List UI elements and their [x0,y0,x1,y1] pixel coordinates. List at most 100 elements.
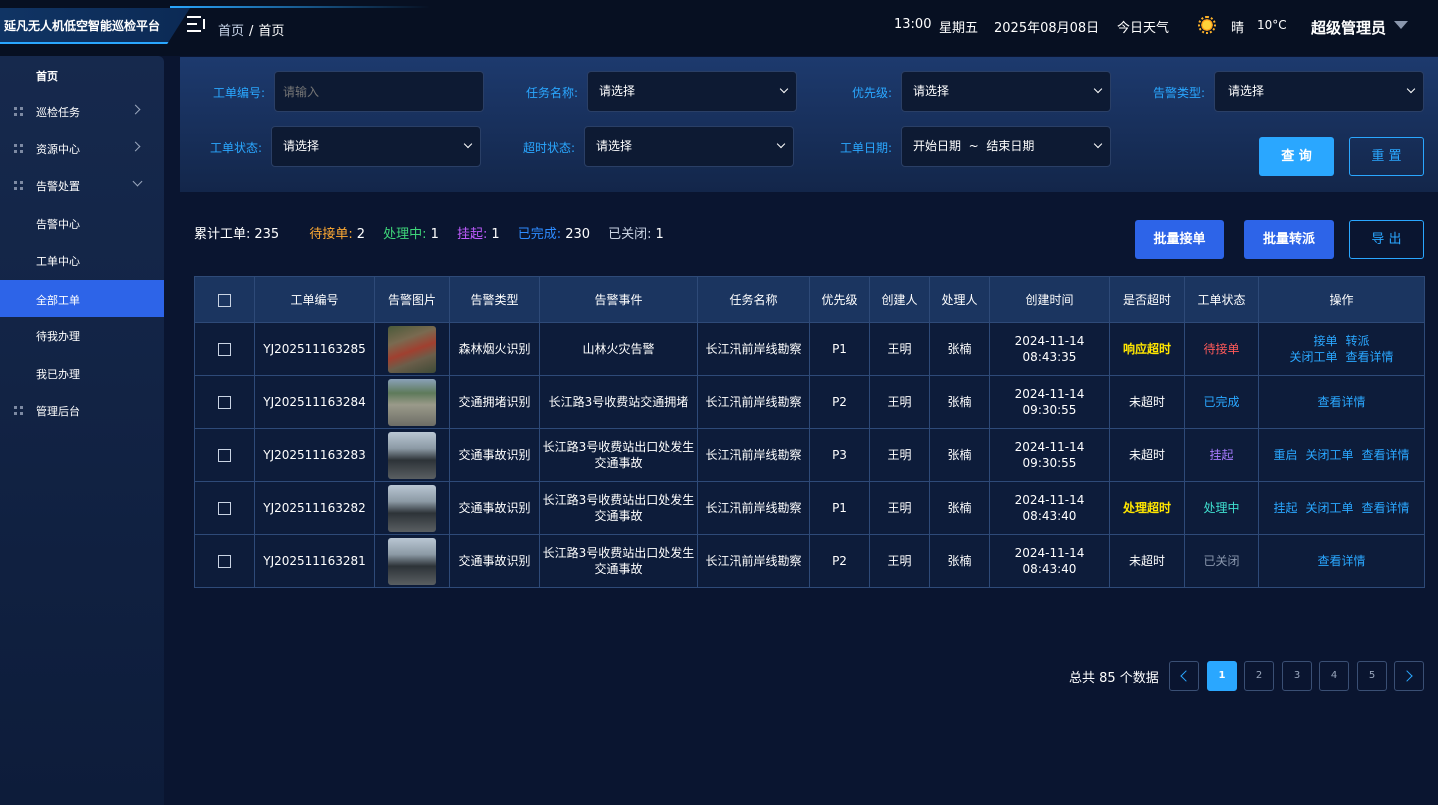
stat-pending-label: 待接单: [309,227,353,242]
column-header[interactable]: 是否超时 [1109,276,1185,323]
chevron-down-icon [779,84,789,94]
column-header[interactable]: 工单状态 [1184,276,1259,323]
alarm-thumbnail[interactable] [388,378,436,426]
column-header[interactable]: 告警类型 [449,276,540,323]
task-name: 长江汛前岸线勘察 [697,375,810,429]
view-details-link[interactable]: 查看详情 [1362,448,1410,462]
order-id: YJ202511163283 [254,428,375,482]
sidebar-item-label: 告警中心 [36,218,80,231]
breadcrumb: 首页 / 首页 [218,20,284,39]
column-header[interactable]: 任务名称 [697,276,810,323]
page-button[interactable]: 4 [1319,661,1349,691]
batch-accept-button[interactable]: 批量接单 [1135,220,1224,259]
transfer-link[interactable]: 转派 [1346,334,1370,348]
grid-icon [14,181,23,190]
sidebar-item-order-center[interactable]: 工单中心 [0,241,164,278]
stat-processing-value: 1 [430,227,439,242]
sidebar-item-alarm-handling[interactable]: 告警处置 [0,166,164,203]
timeout-status: 未超时 [1109,428,1185,482]
column-header[interactable]: 告警事件 [539,276,698,323]
close-order-link[interactable]: 关闭工单 [1289,350,1337,364]
export-button[interactable]: 导 出 [1349,220,1424,259]
close-order-link[interactable]: 关闭工单 [1305,448,1353,462]
reset-button[interactable]: 重 置 [1349,137,1424,176]
alarm-thumbnail[interactable] [388,537,436,585]
sidebar-item-all-orders[interactable]: 全部工单 [0,280,164,317]
stat-total-value: 235 [254,227,280,242]
menu-collapse-icon[interactable] [187,15,207,33]
order-status-label: 工单状态: [210,141,263,155]
view-details-link[interactable]: 查看详情 [1317,554,1365,568]
restart-link[interactable]: 重启 [1273,448,1297,462]
select-all-checkbox[interactable] [218,293,231,307]
chevron-down-icon [1406,84,1416,94]
alarm-event: 长江路3号收费站出口处发生交通事故 [539,481,698,535]
user-menu-caret-icon[interactable] [1394,21,1408,29]
column-header[interactable]: 创建人 [869,276,930,323]
creator: 王明 [869,375,930,429]
timeout-status-select[interactable]: 请选择 [584,126,794,167]
sidebar-item-admin[interactable]: 管理后台 [0,391,164,428]
sidebar-item-home[interactable]: 首页 [0,56,164,93]
sidebar-item-inspection-tasks[interactable]: 巡检任务 [0,92,164,129]
row-checkbox[interactable] [218,449,231,462]
sidebar-item-my-done[interactable]: 我已办理 [0,354,164,391]
alarm-thumbnail[interactable] [388,325,436,373]
next-page-button[interactable] [1394,661,1424,691]
column-header[interactable]: 处理人 [929,276,990,323]
page-button[interactable]: 5 [1357,661,1387,691]
column-header[interactable]: 优先级 [809,276,870,323]
breadcrumb-current: 首页 [258,24,285,39]
order-no-input[interactable] [274,71,484,112]
user-name[interactable]: 超级管理员 [1311,17,1386,38]
header-accent-line [170,6,430,8]
chevron-right-icon [130,104,141,115]
top-header: 延凡无人机低空智能巡检平台 首页 / 首页 13:00 星期五 2025年08月08… [0,0,1438,56]
sidebar-item-my-todo[interactable]: 待我办理 [0,316,164,353]
suspend-link[interactable]: 挂起 [1273,501,1297,515]
alarm-thumbnail[interactable] [388,484,436,532]
alarm-thumbnail[interactable] [388,431,436,479]
order-date-range[interactable]: 开始日期 ~ 结束日期 [901,126,1111,167]
creator: 王明 [869,428,930,482]
operations-cell: 接单 转派 关闭工单 查看详情 [1258,322,1425,376]
handler: 张楠 [929,375,990,429]
page-button[interactable]: 2 [1244,661,1274,691]
row-checkbox[interactable] [218,396,231,409]
alarm-event: 长江路3号收费站出口处发生交通事故 [539,534,698,588]
sidebar-item-label: 我已办理 [36,368,80,381]
column-header: 告警图片 [374,276,450,323]
priority-select[interactable]: 请选择 [901,71,1111,112]
chevron-left-icon [1180,670,1192,682]
grid-icon [14,406,23,415]
sidebar-item-resource-center[interactable]: 资源中心 [0,129,164,166]
view-details-link[interactable]: 查看详情 [1362,501,1410,515]
close-order-link[interactable]: 关闭工单 [1305,501,1353,515]
priority: P3 [809,428,870,482]
row-checkbox[interactable] [218,343,231,356]
order-id: YJ202511163282 [254,481,375,535]
prev-page-button[interactable] [1169,661,1199,691]
row-select-cell [194,481,255,535]
order-status-select[interactable]: 请选择 [271,126,481,167]
batch-transfer-button[interactable]: 批量转派 [1244,220,1334,259]
stat-suspended-label: 挂起: [456,227,488,242]
row-select-cell [194,375,255,429]
view-details-link[interactable]: 查看详情 [1317,395,1365,409]
row-checkbox[interactable] [218,502,231,515]
task-name-select[interactable]: 请选择 [587,71,797,112]
accept-link[interactable]: 接单 [1313,334,1337,348]
alarm-type-select[interactable]: 请选择 [1214,71,1424,112]
operations-cell: 挂起 关闭工单 查看详情 [1258,481,1425,535]
alarm-type-value: 请选择 [1228,84,1265,98]
query-button[interactable]: 查 询 [1259,137,1334,176]
breadcrumb-home[interactable]: 首页 [218,24,244,39]
column-header[interactable]: 创建时间 [989,276,1110,323]
row-checkbox[interactable] [218,555,231,568]
stat-processing-label: 处理中: [383,227,427,242]
column-header[interactable]: 工单编号 [254,276,375,323]
page-button[interactable]: 1 [1207,661,1237,691]
page-button[interactable]: 3 [1282,661,1312,691]
sidebar-item-alarm-center[interactable]: 告警中心 [0,204,164,241]
view-details-link[interactable]: 查看详情 [1346,350,1394,364]
